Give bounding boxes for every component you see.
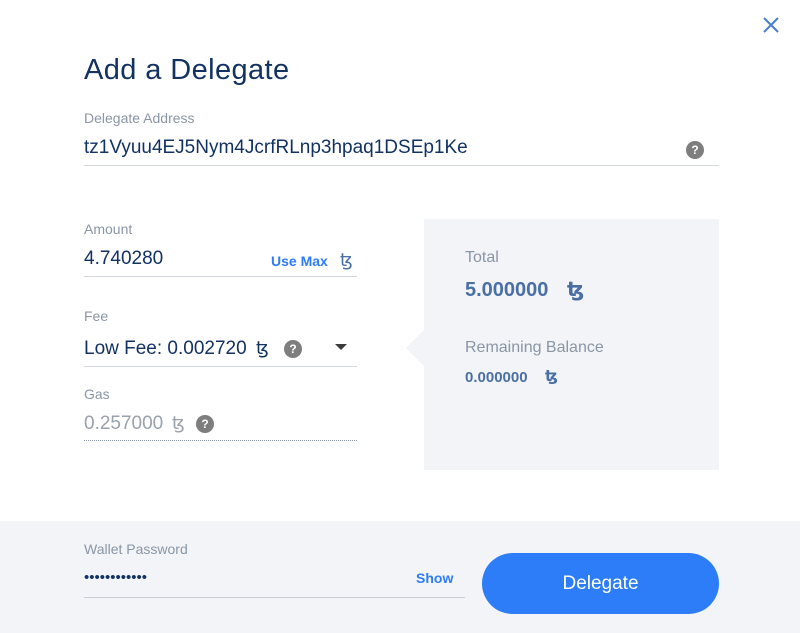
delegate-address-label: Delegate Address	[84, 110, 195, 126]
fee-underline	[84, 366, 357, 367]
fee-label: Fee	[84, 308, 109, 324]
total-value: 5.000000	[465, 279, 549, 301]
delegate-address-underline	[84, 165, 719, 166]
amount-input[interactable]: 4.740280	[84, 248, 163, 270]
gas-input: 0.257000	[84, 413, 164, 434]
wallet-password-label: Wallet Password	[84, 541, 188, 557]
amount-label: Amount	[84, 221, 133, 237]
gas-tez-icon: ꜩ	[172, 413, 185, 433]
delegate-button[interactable]: Delegate	[482, 553, 719, 614]
show-password-button[interactable]: Show	[416, 570, 453, 586]
total-tez-icon: ꜩ	[567, 279, 585, 301]
delegate-address-input[interactable]: tz1Vyuu4EJ5Nym4JcrfRLnp3hpaq1DSEp1Ke	[84, 137, 468, 159]
use-max-button[interactable]: Use Max	[271, 253, 328, 269]
remaining-balance-value: 0.000000	[465, 369, 528, 386]
fee-tez-icon: ꜩ	[256, 338, 269, 358]
gas-help-icon[interactable]: ?	[196, 415, 214, 433]
gas-underline	[84, 440, 357, 441]
wallet-password-input[interactable]: ••••••••••••	[84, 569, 147, 586]
amount-underline	[84, 276, 357, 277]
gas-label: Gas	[84, 386, 110, 402]
close-icon[interactable]	[760, 14, 782, 36]
fee-dropdown-caret-icon[interactable]	[335, 344, 347, 350]
remaining-balance-label: Remaining Balance	[465, 339, 604, 356]
remaining-tez-icon: ꜩ	[545, 368, 558, 385]
dialog-title: Add a Delegate	[84, 54, 290, 86]
fee-help-icon[interactable]: ?	[284, 340, 302, 358]
wallet-password-underline	[84, 597, 465, 598]
summary-pointer	[406, 330, 424, 366]
fee-select[interactable]: Low Fee: 0.002720	[84, 338, 247, 360]
amount-tez-icon: ꜩ	[340, 250, 353, 270]
delegate-address-help-icon[interactable]: ?	[686, 141, 704, 159]
total-label: Total	[465, 249, 499, 266]
